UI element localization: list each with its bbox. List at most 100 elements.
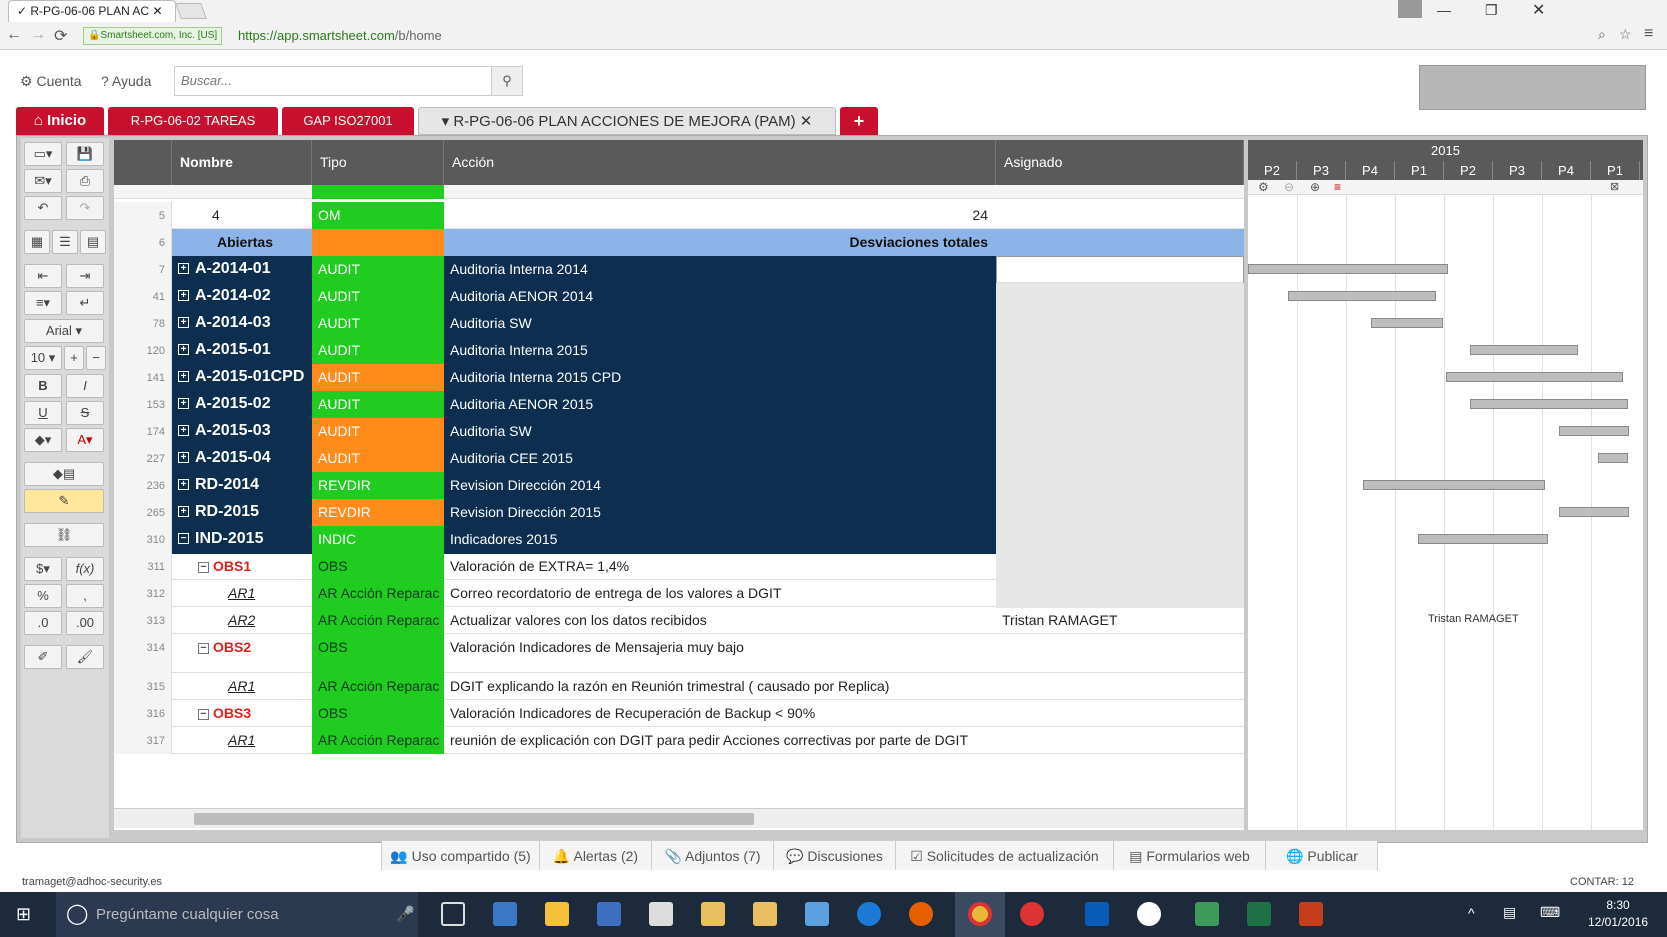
decimal-decrease-icon[interactable]: .0 bbox=[24, 611, 62, 635]
strikethrough-icon[interactable]: S bbox=[66, 401, 104, 425]
user-icon[interactable] bbox=[1398, 0, 1422, 18]
cell-action[interactable]: Auditoria SW bbox=[444, 310, 996, 338]
itunes-icon[interactable] bbox=[1137, 902, 1161, 926]
zoom-out-icon[interactable]: ⊖ bbox=[1284, 180, 1294, 194]
row-number[interactable]: 317 bbox=[114, 727, 172, 754]
tab-discussions[interactable]: 💬 Discusiones bbox=[774, 841, 896, 871]
cell-assigned[interactable] bbox=[996, 499, 1244, 527]
cell-assigned[interactable] bbox=[996, 700, 1244, 728]
text-color-icon[interactable]: A▾ bbox=[66, 428, 104, 452]
table-row[interactable]: 7 + A-2014-01 AUDIT Auditoria Interna 2014 bbox=[114, 256, 1244, 284]
cell-name[interactable]: + A-2015-01CPD bbox=[172, 364, 312, 392]
cell-assigned[interactable]: Tristan RAMAGET bbox=[996, 607, 1244, 635]
cell-type[interactable]: AR Acción Reparac bbox=[312, 727, 444, 754]
row-number[interactable]: 310 bbox=[114, 526, 172, 553]
cell-name[interactable]: AR1 bbox=[172, 727, 312, 755]
gantt-bar[interactable] bbox=[1418, 534, 1548, 544]
cell-assigned[interactable] bbox=[996, 634, 1244, 662]
row-number[interactable]: 265 bbox=[114, 499, 172, 526]
font-size-select[interactable]: 10 ▾ bbox=[24, 346, 62, 370]
cell-type[interactable]: AUDIT bbox=[312, 337, 444, 364]
powerpoint-icon[interactable] bbox=[1299, 902, 1323, 926]
expand-icon[interactable]: + bbox=[178, 425, 189, 437]
formula-icon[interactable]: f(x) bbox=[66, 557, 104, 581]
expand-icon[interactable]: + bbox=[178, 371, 189, 383]
scroll-thumb[interactable] bbox=[194, 813, 754, 825]
cell-assigned[interactable] bbox=[996, 580, 1244, 608]
cell-action[interactable]: Auditoria AENOR 2015 bbox=[444, 391, 996, 419]
row-number[interactable]: 313 bbox=[114, 607, 172, 634]
gantt-bar[interactable] bbox=[1559, 507, 1629, 517]
row-number[interactable]: 141 bbox=[114, 364, 172, 391]
account-link[interactable]: ⚙ Cuenta bbox=[20, 73, 82, 90]
cell-name[interactable]: − OBS2 bbox=[172, 634, 312, 662]
tab-pam[interactable]: ▾ R-PG-06-06 PLAN ACCIONES DE MEJORA (PA… bbox=[418, 107, 836, 135]
tab-sharing[interactable]: 👥 Uso compartido (5) bbox=[382, 841, 540, 871]
table-row[interactable]: 265 + RD-2015 REVDIR Revision Dirección 2015 bbox=[114, 499, 1244, 527]
cell-assigned[interactable] bbox=[996, 553, 1244, 581]
cell-type[interactable]: OBS bbox=[312, 553, 444, 580]
decimal-increase-icon[interactable]: .00 bbox=[66, 611, 104, 635]
cell-action[interactable]: Revision Dirección 2015 bbox=[444, 499, 996, 527]
print-icon[interactable]: ⎙ bbox=[66, 169, 104, 193]
cell-type[interactable]: AUDIT bbox=[312, 310, 444, 337]
row-number[interactable]: 311 bbox=[114, 553, 172, 580]
search-input[interactable]: Buscar... bbox=[174, 66, 492, 96]
cell-assigned[interactable] bbox=[996, 445, 1244, 473]
cell-action[interactable]: Valoración Indicadores de Mensajeria muy… bbox=[444, 634, 996, 662]
search-icon[interactable]: ⚲ bbox=[491, 66, 523, 96]
cell-action[interactable]: Auditoria Interna 2014 bbox=[444, 256, 996, 284]
row-number[interactable]: 227 bbox=[114, 445, 172, 472]
cell-assigned[interactable] bbox=[996, 337, 1244, 365]
table-row[interactable]: 310− IND-2015 INDIC Indicadores 2015 bbox=[114, 526, 1244, 554]
bold-icon[interactable]: B bbox=[24, 374, 62, 398]
cell-action[interactable]: Correo recordatorio de entrega de los va… bbox=[444, 580, 996, 608]
cell-name[interactable]: + A-2014-03 bbox=[172, 310, 312, 338]
cell-action[interactable]: Valoración Indicadores de Recuperación d… bbox=[444, 700, 996, 728]
decrease-font-icon[interactable]: − bbox=[86, 346, 106, 370]
align-icon[interactable]: ≡▾ bbox=[24, 291, 62, 315]
cell-assigned[interactable] bbox=[996, 364, 1244, 392]
cell-type[interactable]: AR Acción Reparac bbox=[312, 580, 444, 607]
calendar-view-icon[interactable]: ▤ bbox=[80, 230, 106, 254]
table-row[interactable]: 311− OBS1 OBS Valoración de EXTRA= 1,4% bbox=[114, 553, 1244, 581]
cell-assigned[interactable] bbox=[996, 256, 1244, 284]
percent-icon[interactable]: % bbox=[24, 584, 62, 608]
cell-name[interactable]: + RD-2015 bbox=[172, 499, 312, 527]
row-number[interactable]: 78 bbox=[114, 310, 172, 337]
cell-assigned[interactable] bbox=[996, 673, 1244, 701]
new-row-icon[interactable]: ▭▾ bbox=[24, 142, 62, 166]
font-select[interactable]: Arial ▾ bbox=[24, 319, 104, 343]
increase-font-icon[interactable]: + bbox=[64, 346, 84, 370]
help-link[interactable]: ? Ayuda bbox=[101, 73, 151, 89]
cell-action[interactable]: Valoración de EXTRA= 1,4% bbox=[444, 553, 996, 581]
app-network-icon[interactable] bbox=[805, 902, 829, 926]
row-number[interactable]: 316 bbox=[114, 700, 172, 727]
table-row[interactable]: 153 + A-2015-02 AUDIT Auditoria AENOR 2015 bbox=[114, 391, 1244, 419]
thousands-icon[interactable]: , bbox=[66, 584, 104, 608]
cell-assigned[interactable] bbox=[996, 283, 1244, 311]
undo-icon[interactable]: ↶ bbox=[24, 196, 62, 220]
row-number[interactable]: 315 bbox=[114, 673, 172, 700]
firefox-icon[interactable] bbox=[909, 902, 933, 926]
gantt-bar[interactable] bbox=[1470, 399, 1628, 409]
tab-web-forms[interactable]: ▤ Formularios web bbox=[1114, 841, 1266, 871]
cell-action[interactable]: Revision Dirección 2014 bbox=[444, 472, 996, 500]
tab-update-requests[interactable]: ☑ Solicitudes de actualización bbox=[896, 841, 1114, 871]
close-window-icon[interactable]: ✕ bbox=[1532, 0, 1545, 20]
tab-publish[interactable]: 🌐 Publicar bbox=[1266, 841, 1378, 871]
cell-assigned[interactable] bbox=[996, 472, 1244, 500]
highlight-icon[interactable]: ✎ bbox=[24, 489, 104, 513]
app-folder-icon[interactable] bbox=[753, 902, 777, 926]
table-row[interactable]: 174 + A-2015-03 AUDIT Auditoria SW bbox=[114, 418, 1244, 446]
tab-tareas[interactable]: R-PG-06-02 TAREAS bbox=[108, 107, 278, 135]
expand-icon[interactable]: + bbox=[178, 506, 189, 518]
table-row[interactable]: 315 AR1 AR Acción Reparac DGIT explicando l… bbox=[114, 673, 1244, 700]
cell-assigned[interactable] bbox=[996, 310, 1244, 338]
table-row[interactable]: 6 Abiertas Desviaciones totales bbox=[114, 229, 1244, 257]
table-row[interactable]: 227 + A-2015-04 AUDIT Auditoria CEE 2015 bbox=[114, 445, 1244, 473]
ie-icon[interactable] bbox=[1020, 902, 1044, 926]
cell-type[interactable]: OBS bbox=[312, 700, 444, 727]
collapse-icon[interactable]: − bbox=[198, 642, 209, 654]
gantt-bar[interactable] bbox=[1363, 480, 1545, 490]
